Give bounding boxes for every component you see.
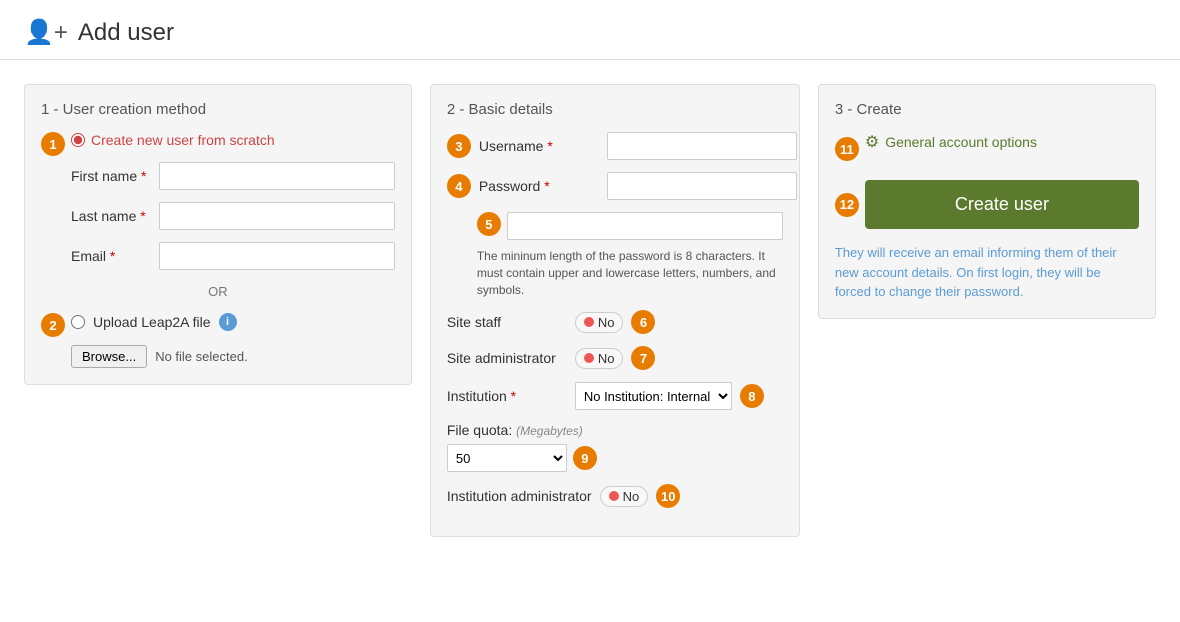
site-staff-label: Site staff xyxy=(447,314,567,330)
quota-row: File quota: (Megabytes) 50 9 xyxy=(447,422,783,472)
create-new-option[interactable]: Create new user from scratch xyxy=(71,132,275,148)
general-options-link[interactable]: ⚙ General account options xyxy=(865,132,1037,152)
email-required: * xyxy=(110,248,115,264)
badge-11: 11 xyxy=(835,137,859,161)
site-admin-label: Site administrator xyxy=(447,350,567,366)
site-admin-dot xyxy=(584,353,594,363)
email-notice: They will receive an email informing the… xyxy=(835,243,1139,302)
browse-button[interactable]: Browse... xyxy=(71,345,147,368)
username-input[interactable] xyxy=(607,132,797,160)
site-staff-row: Site staff No 6 xyxy=(447,310,783,334)
email-row: Email * xyxy=(71,242,395,270)
badge-6: 6 xyxy=(631,310,655,334)
email-input[interactable] xyxy=(159,242,395,270)
password-label: Password * xyxy=(479,178,599,194)
upload-radio[interactable] xyxy=(71,315,85,329)
username-row: 3 Username * xyxy=(447,132,783,160)
first-name-required: * xyxy=(141,168,146,184)
password-hint: The mininum length of the password is 8 … xyxy=(477,248,783,298)
first-name-input[interactable] xyxy=(159,162,395,190)
last-name-required: * xyxy=(140,208,145,224)
password-input[interactable] xyxy=(607,172,797,200)
institution-row: Institution * No Institution: Internal 8 xyxy=(447,382,783,410)
quota-label-wrapper: File quota: (Megabytes) xyxy=(447,422,783,438)
panel1-title: 1 - User creation method xyxy=(41,101,395,118)
badge-12: 12 xyxy=(835,193,859,217)
site-admin-row: Site administrator No 7 xyxy=(447,346,783,370)
site-staff-toggle[interactable]: No xyxy=(575,312,624,333)
badge-9: 9 xyxy=(573,446,597,470)
upload-label: Upload Leap2A file xyxy=(93,314,211,330)
password-confirm-input[interactable] xyxy=(507,212,783,240)
site-staff-no-label: No xyxy=(598,315,615,330)
panel-create: 3 - Create 11 ⚙ General account options … xyxy=(818,84,1156,319)
quota-select[interactable]: 50 xyxy=(447,444,567,472)
create-user-button[interactable]: Create user xyxy=(865,180,1139,229)
password-row: 4 Password * xyxy=(447,172,783,200)
create-user-row: 12 Create user xyxy=(835,180,1139,229)
username-label: Username * xyxy=(479,138,599,154)
quota-select-row: 50 9 xyxy=(447,444,783,472)
password-confirm-section: 5 The mininum length of the password is … xyxy=(477,212,783,298)
panel-user-creation: 1 - User creation method 1 Create new us… xyxy=(24,84,412,385)
badge-2: 2 xyxy=(41,313,65,337)
page-header: 👤+ Add user xyxy=(0,0,1180,60)
inst-admin-toggle[interactable]: No xyxy=(600,486,649,507)
create-new-label: Create new user from scratch xyxy=(91,132,275,148)
institution-label: Institution * xyxy=(447,388,567,404)
last-name-label: Last name * xyxy=(71,208,151,224)
upload-row-wrapper: 2 Upload Leap2A file i xyxy=(41,313,395,337)
add-user-icon: 👤+ xyxy=(24,18,68,47)
badge-3: 3 xyxy=(447,134,471,158)
panel3-title: 3 - Create xyxy=(835,101,1139,118)
file-upload-row: Browse... No file selected. xyxy=(71,345,395,368)
or-divider: OR xyxy=(41,284,395,299)
inst-admin-label: Institution administrator xyxy=(447,488,592,504)
institution-select[interactable]: No Institution: Internal xyxy=(575,382,732,410)
site-admin-no-label: No xyxy=(598,351,615,366)
panel2-title: 2 - Basic details xyxy=(447,101,783,118)
badge-1: 1 xyxy=(41,132,65,156)
last-name-input[interactable] xyxy=(159,202,395,230)
badge-4: 4 xyxy=(447,174,471,198)
badge-7: 7 xyxy=(631,346,655,370)
create-new-row: 1 Create new user from scratch xyxy=(41,132,395,156)
inst-admin-row: Institution administrator No 10 xyxy=(447,484,783,508)
last-name-row: Last name * xyxy=(71,202,395,230)
gear-icon: ⚙ xyxy=(865,132,879,152)
create-new-radio[interactable] xyxy=(71,133,85,147)
badge-10: 10 xyxy=(656,484,680,508)
inst-admin-dot xyxy=(609,491,619,501)
inst-admin-no-label: No xyxy=(623,489,640,504)
general-options-label: General account options xyxy=(885,134,1037,150)
info-icon[interactable]: i xyxy=(219,313,237,331)
main-content: 1 - User creation method 1 Create new us… xyxy=(0,60,1180,561)
first-name-row: First name * xyxy=(71,162,395,190)
quota-sublabel: (Megabytes) xyxy=(516,424,583,438)
no-file-label: No file selected. xyxy=(155,349,248,364)
badge-8: 8 xyxy=(740,384,764,408)
general-options-row: 11 ⚙ General account options xyxy=(835,132,1139,166)
email-label: Email * xyxy=(71,248,151,264)
site-staff-dot xyxy=(584,317,594,327)
site-admin-toggle[interactable]: No xyxy=(575,348,624,369)
first-name-label: First name * xyxy=(71,168,151,184)
confirm-badge-row: 5 xyxy=(477,212,783,244)
panel-basic-details: 2 - Basic details 3 Username * 4 Passwor… xyxy=(430,84,800,537)
page-title: Add user xyxy=(78,19,174,47)
badge-5: 5 xyxy=(477,212,501,236)
